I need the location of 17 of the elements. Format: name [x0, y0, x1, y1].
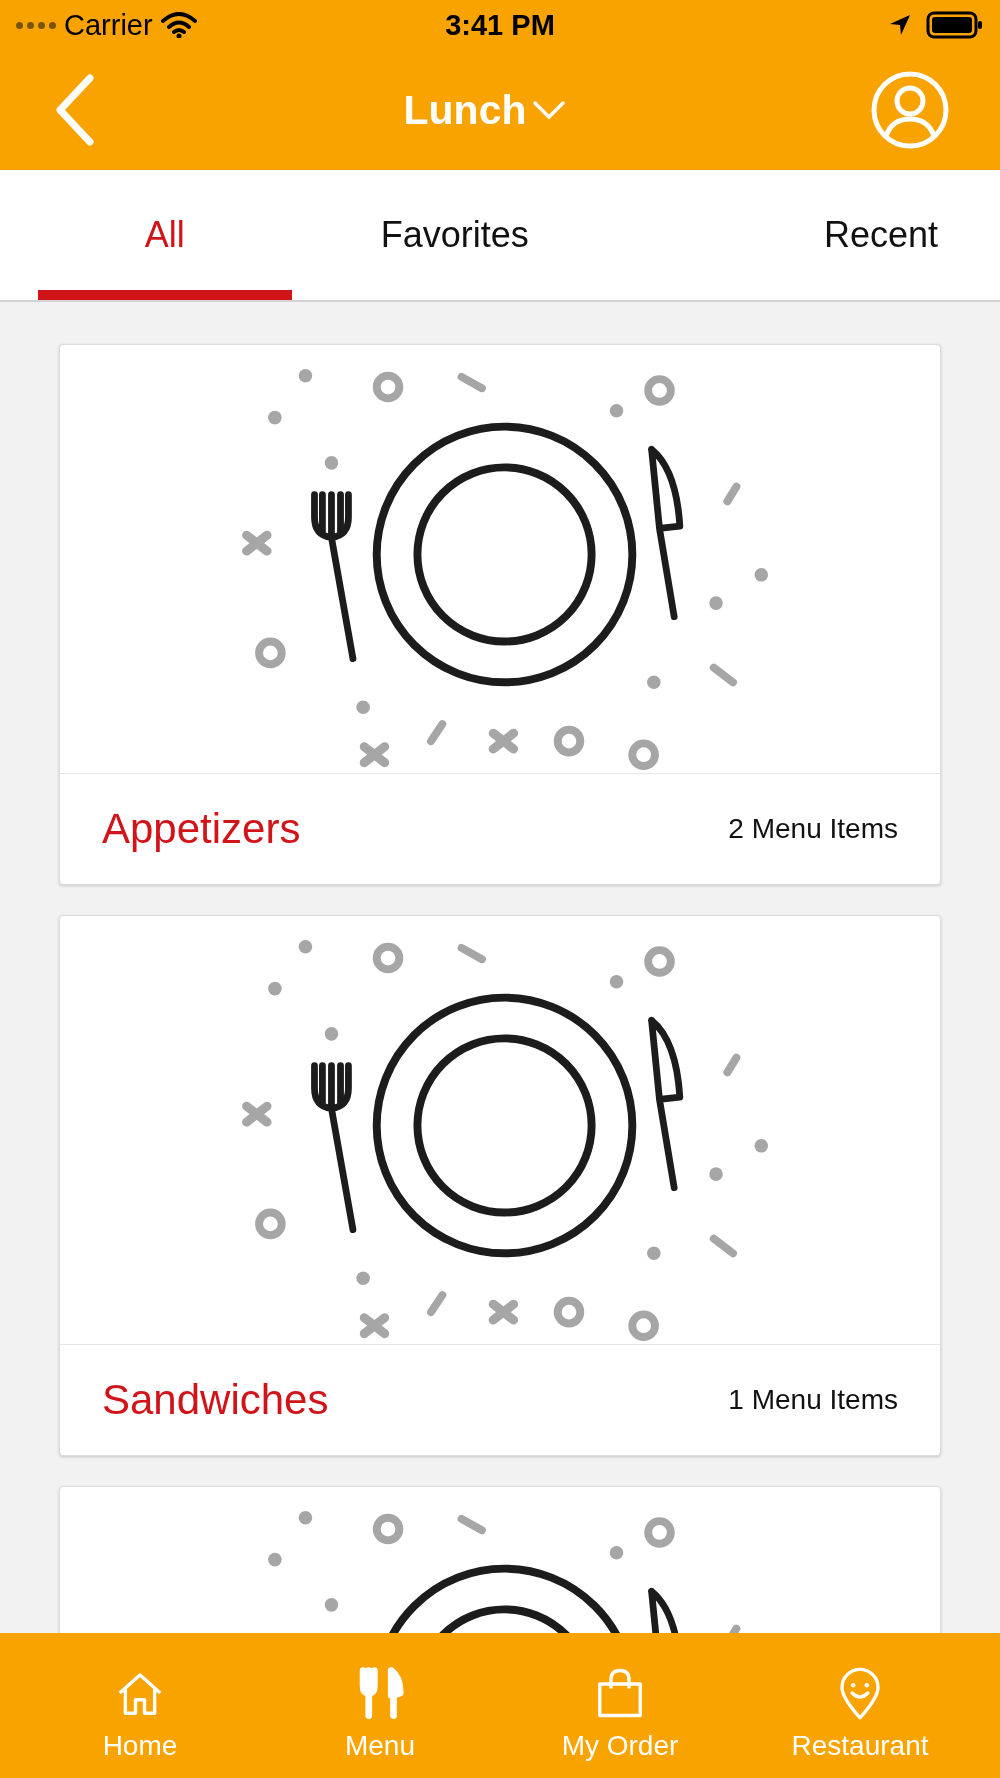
tab[interactable]: Recent	[617, 170, 962, 300]
category-card[interactable]: Appetizers 2 Menu Items	[59, 344, 941, 885]
category-title: Appetizers	[102, 805, 301, 853]
clock-time: 3:41 PM	[444, 8, 556, 42]
tab[interactable]: All	[38, 170, 292, 300]
category-title: Sandwiches	[102, 1376, 329, 1424]
battery-icon	[926, 11, 984, 39]
chevron-down-icon[interactable]	[532, 100, 567, 120]
tab[interactable]: Favorites	[291, 170, 618, 300]
signal-icon	[16, 21, 56, 29]
category-card[interactable]: Sandwiches 1 Menu Items	[59, 915, 941, 1456]
profile-icon[interactable]	[870, 70, 950, 150]
carrier-name: Carrier	[64, 8, 153, 42]
location-arrow-icon	[888, 13, 912, 37]
wifi-icon	[160, 12, 197, 38]
item-count: 1 Menu Items	[728, 1384, 898, 1416]
item-count: 2 Menu Items	[728, 813, 898, 845]
